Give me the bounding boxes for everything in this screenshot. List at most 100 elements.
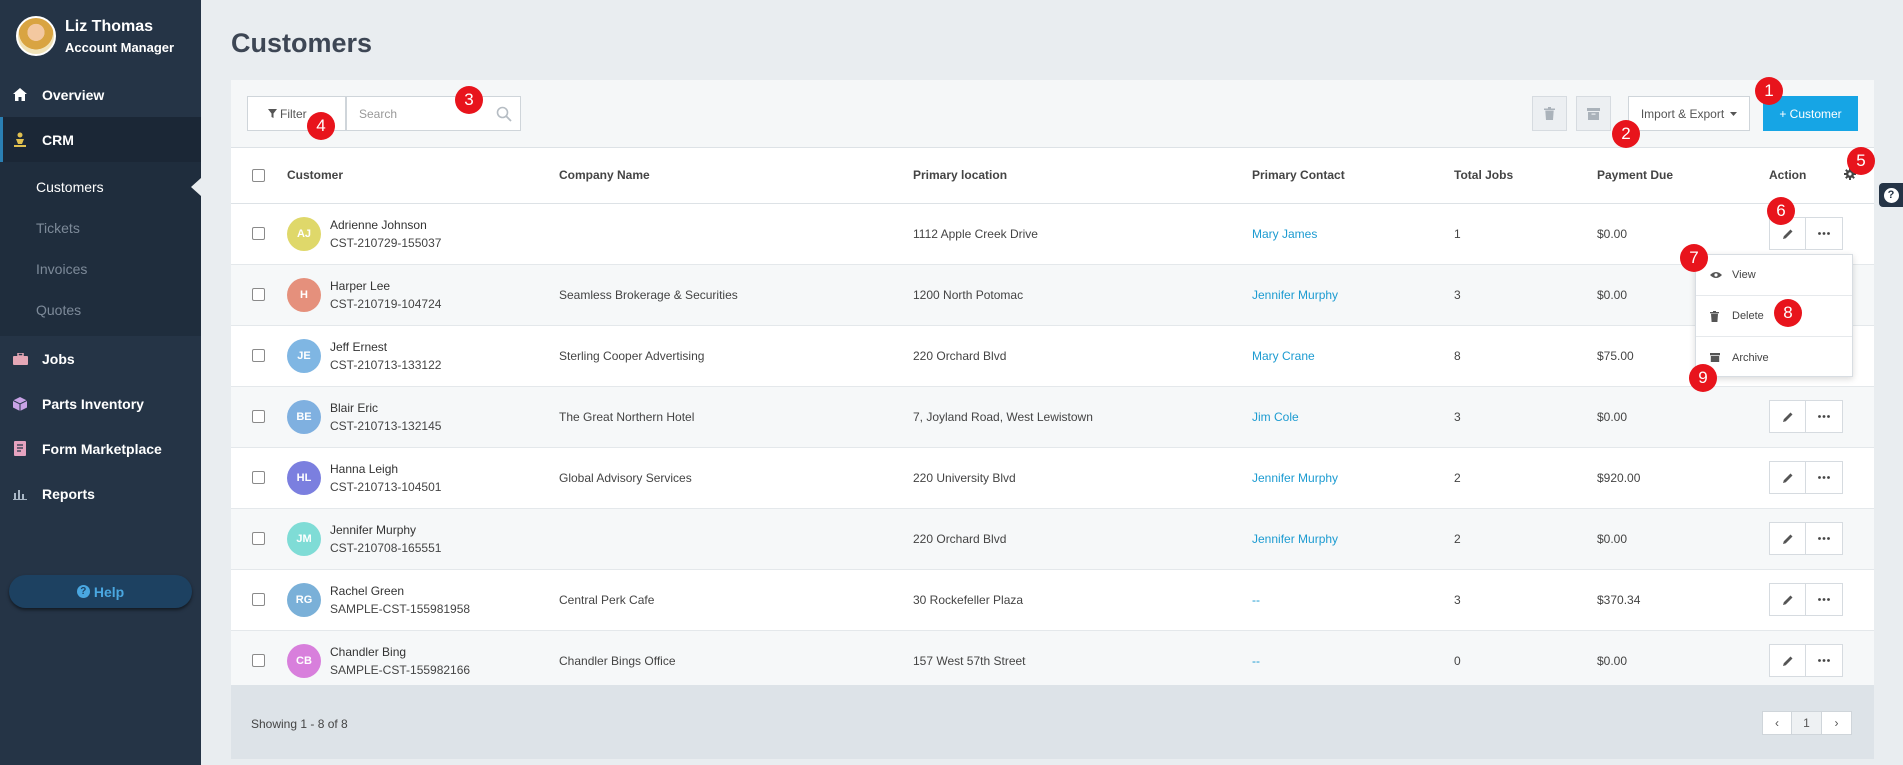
sidebar-item-parts-inventory[interactable]: Parts Inventory bbox=[0, 381, 201, 426]
row-checkbox[interactable] bbox=[252, 227, 265, 240]
customer-name[interactable]: Harper Lee bbox=[330, 279, 441, 293]
search-input[interactable]: Search bbox=[346, 96, 521, 131]
bulk-archive-button[interactable] bbox=[1576, 96, 1611, 131]
sidebar-item-label: Overview bbox=[42, 86, 105, 103]
customer-name[interactable]: Chandler Bing bbox=[330, 645, 470, 659]
row-checkbox[interactable] bbox=[252, 288, 265, 301]
menu-item-archive[interactable]: Archive bbox=[1696, 337, 1852, 378]
table-row[interactable]: AJ Adrienne Johnson CST-210729-155037 1112 … bbox=[231, 203, 1874, 265]
more-actions-button[interactable] bbox=[1806, 400, 1843, 433]
prev-page-button[interactable]: ‹ bbox=[1762, 711, 1792, 735]
contact-link[interactable]: Jennifer Murphy bbox=[1252, 288, 1338, 302]
contact-cell: Jim Cole bbox=[1252, 386, 1454, 448]
customer-name[interactable]: Adrienne Johnson bbox=[330, 218, 441, 232]
action-cell bbox=[1769, 447, 1874, 509]
chevron-down-icon bbox=[1730, 111, 1738, 116]
table-row[interactable]: RG Rachel Green SAMPLE-CST-155981958 Centra… bbox=[231, 569, 1874, 631]
sidebar-item-reports[interactable]: Reports bbox=[0, 471, 201, 516]
row-select-cell[interactable] bbox=[231, 630, 287, 692]
sidebar-item-overview[interactable]: Overview bbox=[0, 72, 201, 117]
sidebar-subitem-invoices[interactable]: Invoices bbox=[0, 248, 201, 289]
sidebar-subitem-quotes[interactable]: Quotes bbox=[0, 289, 201, 330]
page-1-button[interactable]: 1 bbox=[1792, 711, 1822, 735]
table-row[interactable]: CB Chandler Bing SAMPLE-CST-155982166 Chand… bbox=[231, 630, 1874, 692]
edit-button[interactable] bbox=[1769, 522, 1806, 555]
customer-name[interactable]: Rachel Green bbox=[330, 584, 470, 598]
annotation-marker-3: 3 bbox=[455, 86, 483, 114]
jobs-cell: 8 bbox=[1454, 325, 1597, 387]
column-header-company[interactable]: Company Name bbox=[559, 148, 913, 204]
help-tab[interactable]: ? bbox=[1879, 183, 1903, 207]
location-cell: 7, Joyland Road, West Lewistown bbox=[913, 386, 1252, 448]
row-select-cell[interactable] bbox=[231, 203, 287, 265]
contact-link[interactable]: -- bbox=[1252, 654, 1260, 668]
contact-link[interactable]: Mary James bbox=[1252, 227, 1317, 241]
contact-link[interactable]: Jim Cole bbox=[1252, 410, 1299, 424]
column-header-location[interactable]: Primary location bbox=[913, 148, 1252, 204]
select-all-checkbox[interactable] bbox=[252, 168, 265, 182]
column-header-jobs[interactable]: Total Jobs bbox=[1454, 148, 1597, 204]
more-actions-button[interactable] bbox=[1806, 461, 1843, 494]
table-row[interactable]: JE Jeff Ernest CST-210713-133122 Sterling C… bbox=[231, 325, 1874, 387]
row-checkbox[interactable] bbox=[252, 471, 265, 484]
sidebar-subitem-customers[interactable]: Customers bbox=[0, 166, 201, 207]
customer-name[interactable]: Blair Eric bbox=[330, 401, 441, 415]
pencil-icon bbox=[1782, 229, 1792, 239]
row-checkbox[interactable] bbox=[252, 349, 265, 362]
import-export-button[interactable]: Import & Export bbox=[1628, 96, 1750, 131]
bulk-delete-button[interactable] bbox=[1532, 96, 1567, 131]
row-checkbox[interactable] bbox=[252, 532, 265, 545]
select-all-cell[interactable] bbox=[231, 148, 287, 204]
row-select-cell[interactable] bbox=[231, 325, 287, 387]
table-row[interactable]: JM Jennifer Murphy CST-210708-165551 220 Or… bbox=[231, 508, 1874, 570]
customer-name[interactable]: Jennifer Murphy bbox=[330, 523, 441, 537]
row-select-cell[interactable] bbox=[231, 264, 287, 326]
row-checkbox[interactable] bbox=[252, 593, 265, 606]
edit-button[interactable] bbox=[1769, 400, 1806, 433]
customer-avatar: JM bbox=[287, 521, 321, 556]
column-header-payment-due[interactable]: Payment Due bbox=[1597, 148, 1769, 204]
contact-cell: -- bbox=[1252, 630, 1454, 692]
row-checkbox[interactable] bbox=[252, 410, 265, 423]
more-actions-button[interactable] bbox=[1806, 217, 1843, 250]
contact-link[interactable]: Jennifer Murphy bbox=[1252, 471, 1338, 485]
table-row[interactable]: HL Hanna Leigh CST-210713-104501 Global Adv… bbox=[231, 447, 1874, 509]
sidebar-subitem-tickets[interactable]: Tickets bbox=[0, 207, 201, 248]
table-row[interactable]: H Harper Lee CST-210719-104724 Seamless Bro… bbox=[231, 264, 1874, 326]
edit-button[interactable] bbox=[1769, 461, 1806, 494]
more-actions-button[interactable] bbox=[1806, 644, 1843, 677]
table-row[interactable]: BE Blair Eric CST-210713-132145 The Great N… bbox=[231, 386, 1874, 448]
row-checkbox[interactable] bbox=[252, 654, 265, 667]
jobs-cell: 3 bbox=[1454, 386, 1597, 448]
row-select-cell[interactable] bbox=[231, 508, 287, 570]
column-header-contact[interactable]: Primary Contact bbox=[1252, 148, 1454, 204]
more-icon bbox=[1818, 598, 1830, 601]
row-select-cell[interactable] bbox=[231, 569, 287, 631]
customer-name[interactable]: Jeff Ernest bbox=[330, 340, 441, 354]
search-icon[interactable] bbox=[496, 106, 512, 122]
contact-cell: Jennifer Murphy bbox=[1252, 264, 1454, 326]
row-select-cell[interactable] bbox=[231, 386, 287, 448]
sidebar-item-form-marketplace[interactable]: Form Marketplace bbox=[0, 426, 201, 471]
customer-name[interactable]: Hanna Leigh bbox=[330, 462, 441, 476]
menu-item-view[interactable]: View bbox=[1696, 255, 1852, 296]
contact-link[interactable]: -- bbox=[1252, 593, 1260, 607]
next-page-button[interactable]: › bbox=[1822, 711, 1852, 735]
edit-button[interactable] bbox=[1769, 644, 1806, 677]
sidebar-item-crm[interactable]: CRM bbox=[0, 117, 201, 162]
jobs-cell: 3 bbox=[1454, 569, 1597, 631]
more-actions-button[interactable] bbox=[1806, 583, 1843, 616]
help-button[interactable]: ? Help bbox=[9, 575, 192, 608]
contact-link[interactable]: Mary Crane bbox=[1252, 349, 1315, 363]
user-profile[interactable]: Liz Thomas Account Manager bbox=[0, 0, 201, 72]
edit-button[interactable] bbox=[1769, 583, 1806, 616]
form-icon bbox=[12, 441, 28, 457]
help-label: Help bbox=[93, 583, 125, 600]
user-role: Account Manager bbox=[65, 39, 175, 55]
more-actions-button[interactable] bbox=[1806, 522, 1843, 555]
sidebar-item-jobs[interactable]: Jobs bbox=[0, 336, 201, 381]
column-header-customer[interactable]: Customer bbox=[287, 148, 559, 204]
row-select-cell[interactable] bbox=[231, 447, 287, 509]
sidebar-item-label: Form Marketplace bbox=[42, 440, 162, 457]
contact-link[interactable]: Jennifer Murphy bbox=[1252, 532, 1338, 546]
